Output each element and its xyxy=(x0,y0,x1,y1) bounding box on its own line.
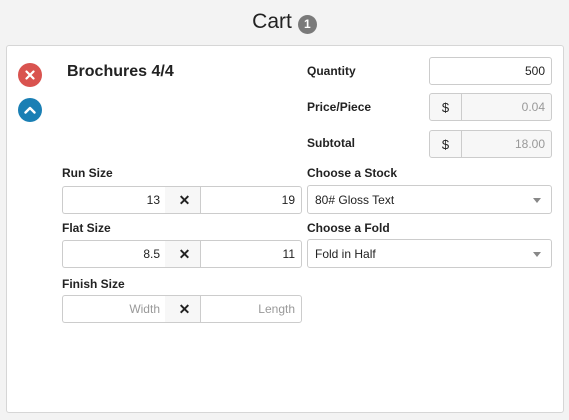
chevron-down-icon xyxy=(533,252,541,257)
collapse-item-button[interactable] xyxy=(18,98,42,122)
run-size-length-input[interactable]: 19 xyxy=(200,186,302,214)
chevron-up-icon xyxy=(24,106,36,114)
fold-label: Choose a Fold xyxy=(307,221,390,235)
run-size-label: Run Size xyxy=(62,166,113,180)
finish-length-placeholder: Length xyxy=(258,302,295,316)
cart-item-card: Brochures 4/4 Quantity 500 Price/Piece $… xyxy=(6,45,564,413)
flat-size-width-input[interactable]: 8.5 xyxy=(62,240,166,268)
finish-width-placeholder: Width xyxy=(129,302,160,316)
finish-size-length-input[interactable]: Length xyxy=(200,295,302,323)
cart-count-badge: 1 xyxy=(297,14,317,34)
finish-size-width-input[interactable]: Width xyxy=(62,295,166,323)
finish-size-separator: ✕ xyxy=(165,295,204,323)
cart-header: Cart 1 xyxy=(0,0,569,44)
page-title: Cart xyxy=(252,10,292,33)
price-piece-field: 0.04 xyxy=(461,93,552,121)
stock-select[interactable]: 80# Gloss Text xyxy=(307,185,552,214)
finish-size-label: Finish Size xyxy=(62,277,125,291)
subtotal-field: 18.00 xyxy=(461,130,552,158)
fold-selected-value: Fold in Half xyxy=(315,246,376,261)
flat-size-separator: ✕ xyxy=(165,240,204,268)
flat-size-label: Flat Size xyxy=(62,221,111,235)
run-size-width-input[interactable]: 13 xyxy=(62,186,166,214)
quantity-label: Quantity xyxy=(307,64,356,78)
quantity-input[interactable]: 500 xyxy=(429,57,552,85)
subtotal-label: Subtotal xyxy=(307,136,355,150)
flat-size-length-input[interactable]: 11 xyxy=(200,240,302,268)
stock-selected-value: 80# Gloss Text xyxy=(315,192,395,207)
run-size-separator: ✕ xyxy=(165,186,204,214)
subtotal-currency-addon: $ xyxy=(429,130,462,158)
close-icon xyxy=(25,70,35,80)
fold-select[interactable]: Fold in Half xyxy=(307,239,552,268)
price-currency-addon: $ xyxy=(429,93,462,121)
item-title: Brochures 4/4 xyxy=(67,63,174,80)
price-piece-label: Price/Piece xyxy=(307,100,372,114)
remove-item-button[interactable] xyxy=(18,63,42,87)
chevron-down-icon xyxy=(533,198,541,203)
stock-label: Choose a Stock xyxy=(307,166,398,180)
